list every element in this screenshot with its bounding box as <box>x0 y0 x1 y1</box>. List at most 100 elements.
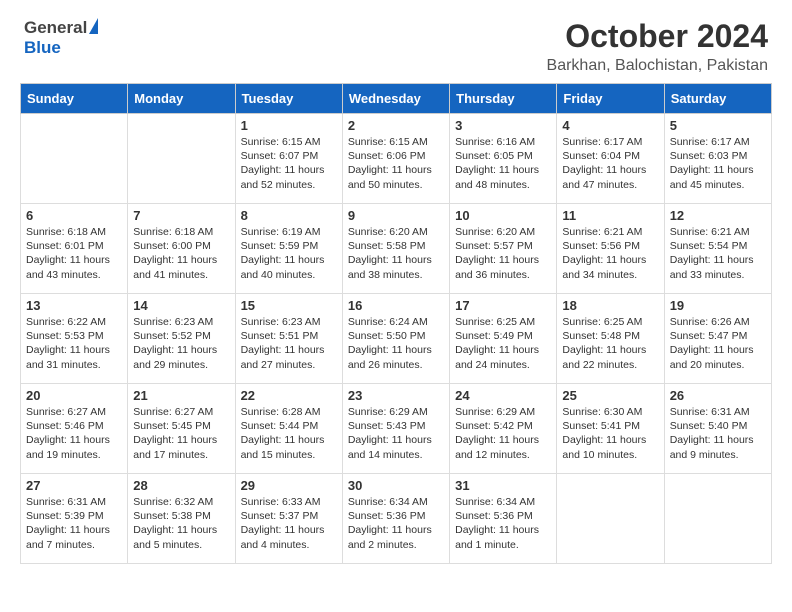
calendar-cell <box>21 114 128 204</box>
day-info: Sunrise: 6:25 AM Sunset: 5:49 PM Dayligh… <box>455 315 551 372</box>
day-number: 9 <box>348 208 444 223</box>
day-info: Sunrise: 6:16 AM Sunset: 6:05 PM Dayligh… <box>455 135 551 192</box>
day-number: 4 <box>562 118 658 133</box>
calendar-cell: 20Sunrise: 6:27 AM Sunset: 5:46 PM Dayli… <box>21 384 128 474</box>
day-info: Sunrise: 6:31 AM Sunset: 5:40 PM Dayligh… <box>670 405 766 462</box>
day-info: Sunrise: 6:24 AM Sunset: 5:50 PM Dayligh… <box>348 315 444 372</box>
day-number: 14 <box>133 298 229 313</box>
day-info: Sunrise: 6:27 AM Sunset: 5:46 PM Dayligh… <box>26 405 122 462</box>
day-info: Sunrise: 6:31 AM Sunset: 5:39 PM Dayligh… <box>26 495 122 552</box>
calendar-cell: 8Sunrise: 6:19 AM Sunset: 5:59 PM Daylig… <box>235 204 342 294</box>
calendar-cell: 27 Sunrise: 6:31 AM Sunset: 5:39 PM Dayli… <box>21 474 128 564</box>
calendar-cell: 25Sunrise: 6:30 AM Sunset: 5:41 PM Dayli… <box>557 384 664 474</box>
day-number: 6 <box>26 208 122 223</box>
calendar-cell: 14 Sunrise: 6:23 AM Sunset: 5:52 PM Dayli… <box>128 294 235 384</box>
calendar-cell: 24 Sunrise: 6:29 AM Sunset: 5:42 PM Dayli… <box>450 384 557 474</box>
day-info: Sunrise: 6:33 AM Sunset: 5:37 PM Dayligh… <box>241 495 337 552</box>
day-info: Sunrise: 6:29 AM Sunset: 5:43 PM Dayligh… <box>348 405 444 462</box>
logo-general: General <box>24 18 87 38</box>
day-info: Sunrise: 6:15 AM Sunset: 6:07 PM Dayligh… <box>241 135 337 192</box>
calendar-header-monday: Monday <box>128 84 235 114</box>
calendar-header-row: SundayMondayTuesdayWednesdayThursdayFrid… <box>21 84 772 114</box>
logo-blue: Blue <box>24 38 61 57</box>
day-info: Sunrise: 6:21 AM Sunset: 5:54 PM Dayligh… <box>670 225 766 282</box>
calendar-cell: 19 Sunrise: 6:26 AM Sunset: 5:47 PM Dayli… <box>664 294 771 384</box>
calendar-cell: 7Sunrise: 6:18 AM Sunset: 6:00 PM Daylig… <box>128 204 235 294</box>
calendar-cell: 22Sunrise: 6:28 AM Sunset: 5:44 PM Dayli… <box>235 384 342 474</box>
day-info: Sunrise: 6:34 AM Sunset: 5:36 PM Dayligh… <box>348 495 444 552</box>
day-number: 28 <box>133 478 229 493</box>
day-number: 19 <box>670 298 766 313</box>
calendar-header-thursday: Thursday <box>450 84 557 114</box>
day-number: 10 <box>455 208 551 223</box>
title-block: October 2024 Barkhan, Balochistan, Pakis… <box>547 18 768 75</box>
day-number: 12 <box>670 208 766 223</box>
day-number: 1 <box>241 118 337 133</box>
calendar-header-tuesday: Tuesday <box>235 84 342 114</box>
logo: General Blue <box>24 18 98 58</box>
calendar-cell: 3 Sunrise: 6:16 AM Sunset: 6:05 PM Daylig… <box>450 114 557 204</box>
calendar-week-row: 6 Sunrise: 6:18 AM Sunset: 6:01 PM Daylig… <box>21 204 772 294</box>
day-info: Sunrise: 6:25 AM Sunset: 5:48 PM Dayligh… <box>562 315 658 372</box>
day-info: Sunrise: 6:20 AM Sunset: 5:57 PM Dayligh… <box>455 225 551 282</box>
day-info: Sunrise: 6:21 AM Sunset: 5:56 PM Dayligh… <box>562 225 658 282</box>
day-number: 18 <box>562 298 658 313</box>
calendar-cell: 12 Sunrise: 6:21 AM Sunset: 5:54 PM Dayli… <box>664 204 771 294</box>
calendar-cell: 29 Sunrise: 6:33 AM Sunset: 5:37 PM Dayli… <box>235 474 342 564</box>
calendar-header-friday: Friday <box>557 84 664 114</box>
calendar-wrapper: SundayMondayTuesdayWednesdayThursdayFrid… <box>0 83 792 574</box>
day-number: 17 <box>455 298 551 313</box>
calendar-cell: 15 Sunrise: 6:23 AM Sunset: 5:51 PM Dayli… <box>235 294 342 384</box>
calendar-cell: 13Sunrise: 6:22 AM Sunset: 5:53 PM Dayli… <box>21 294 128 384</box>
day-info: Sunrise: 6:17 AM Sunset: 6:03 PM Dayligh… <box>670 135 766 192</box>
calendar-cell <box>128 114 235 204</box>
location-title: Barkhan, Balochistan, Pakistan <box>547 57 768 75</box>
day-info: Sunrise: 6:17 AM Sunset: 6:04 PM Dayligh… <box>562 135 658 192</box>
day-info: Sunrise: 6:34 AM Sunset: 5:36 PM Dayligh… <box>455 495 551 552</box>
day-info: Sunrise: 6:23 AM Sunset: 5:51 PM Dayligh… <box>241 315 337 372</box>
calendar-week-row: 1 Sunrise: 6:15 AM Sunset: 6:07 PM Daylig… <box>21 114 772 204</box>
day-number: 11 <box>562 208 658 223</box>
calendar-cell: 31 Sunrise: 6:34 AM Sunset: 5:36 PM Dayli… <box>450 474 557 564</box>
calendar-cell: 10 Sunrise: 6:20 AM Sunset: 5:57 PM Dayli… <box>450 204 557 294</box>
day-info: Sunrise: 6:29 AM Sunset: 5:42 PM Dayligh… <box>455 405 551 462</box>
day-number: 21 <box>133 388 229 403</box>
day-number: 26 <box>670 388 766 403</box>
calendar-cell <box>557 474 664 564</box>
day-number: 7 <box>133 208 229 223</box>
calendar-cell: 5 Sunrise: 6:17 AM Sunset: 6:03 PM Daylig… <box>664 114 771 204</box>
day-number: 29 <box>241 478 337 493</box>
day-number: 27 <box>26 478 122 493</box>
day-number: 15 <box>241 298 337 313</box>
day-info: Sunrise: 6:23 AM Sunset: 5:52 PM Dayligh… <box>133 315 229 372</box>
calendar-cell: 2Sunrise: 6:15 AM Sunset: 6:06 PM Daylig… <box>342 114 449 204</box>
calendar-cell: 4 Sunrise: 6:17 AM Sunset: 6:04 PM Daylig… <box>557 114 664 204</box>
calendar-cell: 9 Sunrise: 6:20 AM Sunset: 5:58 PM Daylig… <box>342 204 449 294</box>
day-info: Sunrise: 6:32 AM Sunset: 5:38 PM Dayligh… <box>133 495 229 552</box>
day-info: Sunrise: 6:28 AM Sunset: 5:44 PM Dayligh… <box>241 405 337 462</box>
calendar-cell: 21 Sunrise: 6:27 AM Sunset: 5:45 PM Dayli… <box>128 384 235 474</box>
month-title: October 2024 <box>547 18 768 55</box>
day-number: 13 <box>26 298 122 313</box>
day-number: 23 <box>348 388 444 403</box>
day-info: Sunrise: 6:18 AM Sunset: 6:01 PM Dayligh… <box>26 225 122 282</box>
day-number: 5 <box>670 118 766 133</box>
calendar-cell: 26 Sunrise: 6:31 AM Sunset: 5:40 PM Dayli… <box>664 384 771 474</box>
calendar-table: SundayMondayTuesdayWednesdayThursdayFrid… <box>20 83 772 564</box>
calendar-week-row: 27 Sunrise: 6:31 AM Sunset: 5:39 PM Dayli… <box>21 474 772 564</box>
calendar-cell: 16 Sunrise: 6:24 AM Sunset: 5:50 PM Dayli… <box>342 294 449 384</box>
day-info: Sunrise: 6:27 AM Sunset: 5:45 PM Dayligh… <box>133 405 229 462</box>
day-number: 16 <box>348 298 444 313</box>
calendar-week-row: 20Sunrise: 6:27 AM Sunset: 5:46 PM Dayli… <box>21 384 772 474</box>
day-number: 31 <box>455 478 551 493</box>
logo-triangle-icon <box>89 18 98 34</box>
day-info: Sunrise: 6:30 AM Sunset: 5:41 PM Dayligh… <box>562 405 658 462</box>
calendar-cell: 18 Sunrise: 6:25 AM Sunset: 5:48 PM Dayli… <box>557 294 664 384</box>
day-number: 3 <box>455 118 551 133</box>
calendar-cell: 23 Sunrise: 6:29 AM Sunset: 5:43 PM Dayli… <box>342 384 449 474</box>
day-number: 2 <box>348 118 444 133</box>
calendar-cell: 11 Sunrise: 6:21 AM Sunset: 5:56 PM Dayli… <box>557 204 664 294</box>
day-info: Sunrise: 6:26 AM Sunset: 5:47 PM Dayligh… <box>670 315 766 372</box>
day-info: Sunrise: 6:20 AM Sunset: 5:58 PM Dayligh… <box>348 225 444 282</box>
day-number: 24 <box>455 388 551 403</box>
